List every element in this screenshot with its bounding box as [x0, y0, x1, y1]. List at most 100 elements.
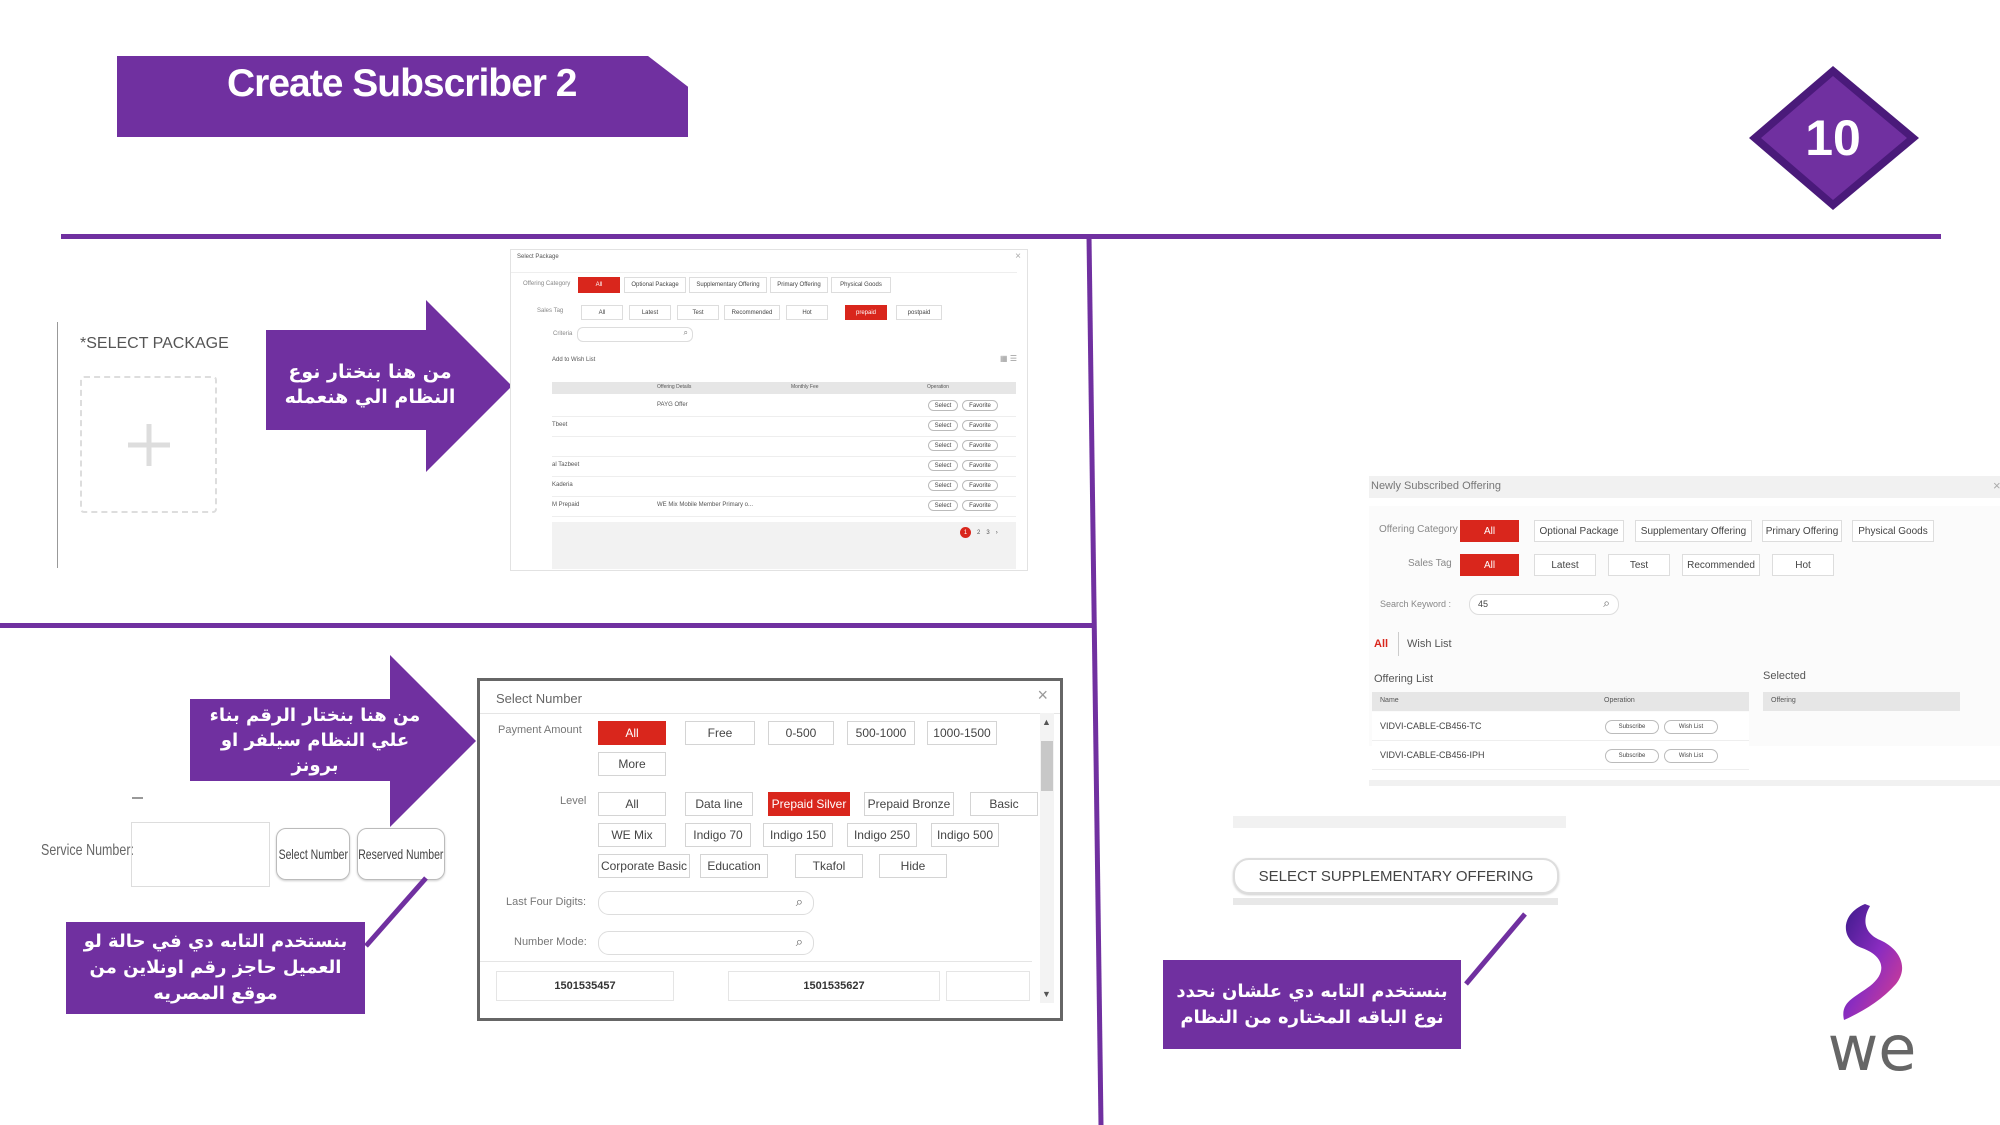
select-button[interactable]: Select — [928, 480, 958, 491]
level-chip-prepaid-bronze[interactable]: Prepaid Bronze — [864, 792, 954, 816]
selected-label: Selected — [1763, 670, 1806, 682]
payment-chip-free[interactable]: Free — [685, 721, 755, 745]
level-chip-we-mix[interactable]: WE Mix — [598, 823, 666, 847]
sales-tag-test[interactable]: Test — [1608, 554, 1670, 576]
close-icon[interactable]: × — [1037, 685, 1048, 706]
category-chip-all[interactable]: All — [1460, 520, 1519, 542]
tab-all[interactable]: All — [1374, 638, 1388, 650]
add-package-button[interactable] — [80, 376, 217, 513]
number-mode-input[interactable]: ⌕ — [598, 931, 814, 955]
sales-tag-all[interactable]: All — [581, 305, 623, 320]
payment-chip-all[interactable]: All — [598, 721, 666, 745]
number-option-empty[interactable] — [946, 971, 1030, 1001]
level-chip-indigo-500[interactable]: Indigo 500 — [931, 823, 999, 847]
select-button[interactable]: Select — [928, 500, 958, 511]
sales-tag-latest[interactable]: Latest — [1534, 554, 1596, 576]
table-row[interactable]: Kaderia Select Favorite — [552, 476, 1016, 497]
close-icon[interactable]: × — [1993, 478, 2000, 493]
payment-chip-more[interactable]: More — [598, 752, 666, 776]
table-row[interactable]: Select Favorite — [552, 436, 1016, 457]
category-chip-physical[interactable]: Physical Goods — [831, 277, 891, 293]
favorite-button[interactable]: Favorite — [962, 500, 998, 511]
subscribe-button[interactable]: Subscribe — [1605, 720, 1659, 734]
category-chip-primary[interactable]: Primary Offering — [1762, 520, 1842, 542]
sales-tag-all[interactable]: All — [1460, 554, 1519, 576]
number-dialog-title: Select Number — [496, 691, 582, 706]
minus-icon — [132, 797, 143, 799]
select-button[interactable]: Select — [928, 400, 958, 411]
category-chip-primary[interactable]: Primary Offering — [770, 277, 828, 293]
sales-tag-latest[interactable]: Latest — [629, 305, 671, 320]
table-row[interactable]: M Prepaid WE Mix Mobile Member Primary o… — [552, 496, 1016, 517]
favorite-button[interactable]: Favorite — [962, 460, 998, 471]
close-icon[interactable]: × — [1015, 251, 1021, 262]
page-number-badge: 10 — [1749, 66, 1919, 210]
favorite-button[interactable]: Favorite — [962, 400, 998, 411]
col-operation: Operation — [927, 384, 949, 390]
tab-wish-list[interactable]: Wish List — [1407, 638, 1452, 650]
favorite-button[interactable]: Favorite — [962, 420, 998, 431]
number-option[interactable]: 1501535627 — [728, 971, 940, 1001]
wish-list-button[interactable]: Wish List — [1664, 720, 1718, 734]
category-chip-physical[interactable]: Physical Goods — [1852, 520, 1934, 542]
select-button[interactable]: Select — [928, 440, 958, 451]
wish-list-button[interactable]: Wish List — [1664, 749, 1718, 763]
page-2[interactable]: 2 — [977, 530, 980, 536]
payment-chip-1000-1500[interactable]: 1000-1500 — [927, 721, 997, 745]
level-chip-indigo-250[interactable]: Indigo 250 — [847, 823, 917, 847]
scroll-up-icon[interactable]: ▲ — [1042, 717, 1051, 727]
level-chip-data-line[interactable]: Data line — [685, 792, 753, 816]
add-to-wish-list-link[interactable]: Add to Wish List — [552, 357, 595, 363]
subscribe-button[interactable]: Subscribe — [1605, 749, 1659, 763]
category-chip-optional[interactable]: Optional Package — [1534, 520, 1624, 542]
category-chip-supplementary[interactable]: Supplementary Offering — [1635, 520, 1752, 542]
select-button[interactable]: Select — [928, 460, 958, 471]
favorite-button[interactable]: Favorite — [962, 480, 998, 491]
category-chip-optional[interactable]: Optional Package — [624, 277, 686, 293]
sales-tag-test[interactable]: Test — [677, 305, 719, 320]
table-row[interactable]: PAYG Offer Select Favorite — [552, 396, 1016, 417]
payment-amount-label: Payment Amount — [498, 724, 582, 736]
favorite-button[interactable]: Favorite — [962, 440, 998, 451]
scroll-down-icon[interactable]: ▼ — [1042, 989, 1051, 999]
number-option[interactable]: 1501535457 — [496, 971, 674, 1001]
select-number-button[interactable]: Select Number — [276, 828, 350, 880]
level-chip-corporate-basic[interactable]: Corporate Basic — [598, 854, 690, 878]
sales-tag-hot[interactable]: Hot — [786, 305, 828, 320]
scrollbar-track[interactable]: ▲ ▼ — [1040, 713, 1054, 1003]
level-chip-prepaid-silver[interactable]: Prepaid Silver — [768, 792, 850, 816]
table-row[interactable]: VIDVI-CABLE-CB456-IPH Subscribe Wish Lis… — [1372, 741, 1749, 770]
grid-view-icon[interactable]: ▦ ☰ — [1000, 354, 1017, 363]
table-row[interactable]: Tbeet Select Favorite — [552, 416, 1016, 437]
level-chip-all[interactable]: All — [598, 792, 666, 816]
search-keyword-input[interactable]: 45 ⌕ — [1469, 594, 1619, 615]
scrollbar-thumb[interactable] — [1041, 741, 1053, 791]
page-1[interactable]: 1 — [960, 527, 971, 538]
last-four-digits-input[interactable]: ⌕ — [598, 891, 814, 915]
level-chip-hide[interactable]: Hide — [879, 854, 947, 878]
level-chip-tkafol[interactable]: Tkafol — [795, 854, 863, 878]
level-chip-indigo-150[interactable]: Indigo 150 — [763, 823, 833, 847]
payment-chip-0-500[interactable]: 0-500 — [768, 721, 834, 745]
sales-tag-recommended[interactable]: Recommended — [1682, 554, 1760, 576]
select-supplementary-offering-button[interactable]: SELECT SUPPLEMENTARY OFFERING — [1233, 858, 1559, 894]
table-row[interactable]: al Tazbeet Select Favorite — [552, 456, 1016, 477]
level-chip-education[interactable]: Education — [700, 854, 768, 878]
level-chip-basic[interactable]: Basic — [970, 792, 1038, 816]
reserved-number-button[interactable]: Reserved Number — [357, 828, 445, 880]
select-button[interactable]: Select — [928, 420, 958, 431]
sales-tag-prepaid[interactable]: prepaid — [845, 305, 887, 320]
criteria-input[interactable]: ⌕ — [577, 327, 693, 342]
next-page-icon[interactable]: › — [996, 530, 998, 536]
payment-chip-500-1000[interactable]: 500-1000 — [847, 721, 915, 745]
sales-tag-hot[interactable]: Hot — [1772, 554, 1834, 576]
level-chip-indigo-70[interactable]: Indigo 70 — [685, 823, 751, 847]
category-chip-supplementary[interactable]: Supplementary Offering — [689, 277, 767, 293]
offering-dialog-footer — [1369, 780, 2000, 786]
category-chip-all[interactable]: All — [578, 277, 620, 293]
sales-tag-postpaid[interactable]: postpaid — [896, 305, 942, 320]
service-number-input[interactable] — [131, 822, 270, 887]
sales-tag-recommended[interactable]: Recommended — [724, 305, 780, 320]
table-row[interactable]: VIDVI-CABLE-CB456-TC Subscribe Wish List — [1372, 712, 1749, 741]
page-3[interactable]: 3 — [986, 530, 989, 536]
